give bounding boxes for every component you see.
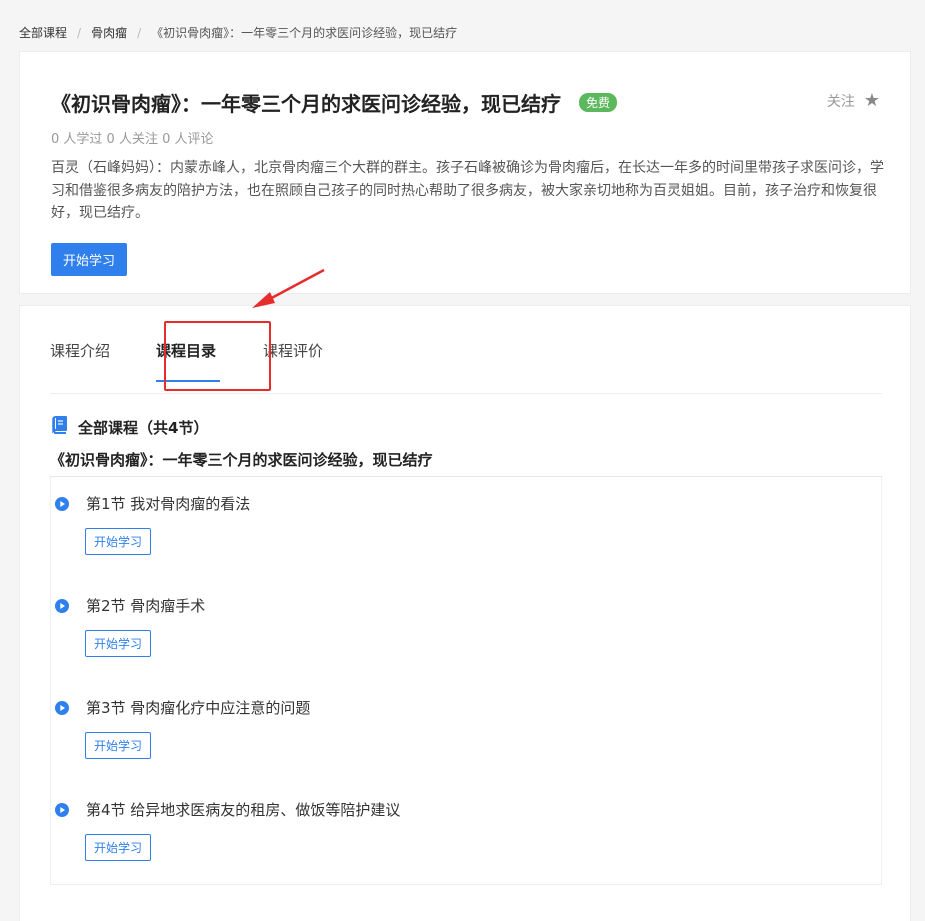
catalog-course-title: 《初识骨肉瘤》：一年零三个月的求医问诊经验，现已结疗 — [50, 451, 433, 469]
lesson-list: 第1节 我对骨肉瘤的看法 开始学习 第2节 骨肉瘤手术 开始学习 第3节 骨肉瘤… — [50, 477, 882, 885]
course-title-text: 《初识骨肉瘤》：一年零三个月的求医问诊经验，现已结疗 — [51, 92, 561, 116]
book-icon — [50, 415, 70, 439]
lesson-start-button[interactable]: 开始学习 — [85, 528, 152, 555]
breadcrumb-separator: / — [77, 25, 82, 40]
lesson-item: 第1节 我对骨肉瘤的看法 开始学习 — [51, 477, 881, 579]
follow-label: 关注 — [826, 93, 855, 110]
play-circle-icon[interactable] — [55, 496, 69, 511]
catalog-header: 全部课程（共4节） — [50, 415, 208, 439]
lesson-item: 第2节 骨肉瘤手术 开始学习 — [51, 579, 881, 681]
course-stats: 0 人学过 0 人关注 0 人评论 — [51, 132, 214, 147]
lesson-title[interactable]: 第1节 我对骨肉瘤的看法 — [86, 493, 250, 514]
lesson-item: 第3节 骨肉瘤化疗中应注意的问题 开始学习 — [51, 681, 881, 783]
lesson-title[interactable]: 第3节 骨肉瘤化疗中应注意的问题 — [86, 697, 310, 718]
tab-introduction[interactable]: 课程介绍 — [50, 340, 110, 361]
course-title: 《初识骨肉瘤》：一年零三个月的求医问诊经验，现已结疗 免费 — [51, 88, 618, 117]
tab-reviews[interactable]: 课程评价 — [263, 340, 323, 361]
lesson-title[interactable]: 第2节 骨肉瘤手术 — [86, 595, 205, 616]
lesson-item: 第4节 给异地求医病友的租房、做饭等陪护建议 开始学习 — [51, 783, 881, 885]
start-learning-button[interactable]: 开始学习 — [51, 243, 128, 276]
lesson-start-button[interactable]: 开始学习 — [85, 834, 152, 861]
course-description: 百灵（石峰妈妈）：内蒙赤峰人，北京骨肉瘤三个大群的群主。孩子石峰被确诊为骨肉瘤后… — [51, 160, 884, 221]
follow-button[interactable]: 关注 ★ — [827, 90, 880, 111]
breadcrumb-separator: / — [137, 25, 142, 40]
lesson-start-button[interactable]: 开始学习 — [85, 630, 152, 657]
course-content-card: 课程介绍 课程目录 课程评价 全部课程（共4节） 《初识骨肉瘤》：一年零三个月的… — [19, 305, 911, 921]
free-badge: 免费 — [579, 93, 618, 112]
play-circle-icon[interactable] — [55, 802, 69, 817]
play-circle-icon[interactable] — [55, 700, 69, 715]
breadcrumb-all-courses[interactable]: 全部课程 — [19, 24, 67, 41]
star-icon: ★ — [863, 90, 880, 111]
catalog-header-text: 全部课程（共4节） — [78, 418, 209, 437]
breadcrumb-current: 《初识骨肉瘤》：一年零三个月的求医问诊经验，现已结疗 — [151, 26, 458, 40]
lesson-start-button[interactable]: 开始学习 — [85, 732, 152, 759]
breadcrumb-category[interactable]: 骨肉瘤 — [91, 24, 127, 41]
breadcrumb: 全部课程 / 骨肉瘤 / 《初识骨肉瘤》：一年零三个月的求医问诊经验，现已结疗 — [19, 24, 457, 41]
play-circle-icon[interactable] — [55, 598, 69, 613]
annotation-highlight-box — [164, 321, 271, 391]
course-tabs: 课程介绍 课程目录 课程评价 — [50, 306, 882, 394]
lesson-title[interactable]: 第4节 给异地求医病友的租房、做饭等陪护建议 — [86, 799, 400, 820]
course-header-card: 《初识骨肉瘤》：一年零三个月的求医问诊经验，现已结疗 免费 关注 ★ 0 人学过… — [19, 51, 911, 294]
